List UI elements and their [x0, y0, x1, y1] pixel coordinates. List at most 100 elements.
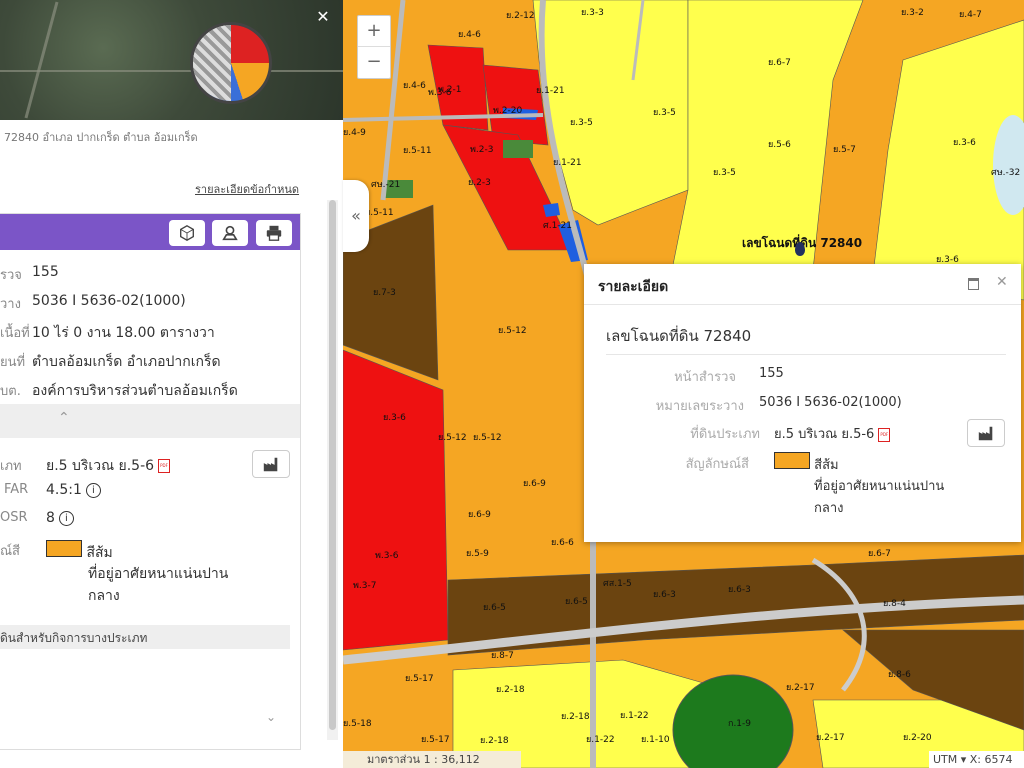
zone-code-label: ย.8-7 [491, 651, 514, 661]
factory-button[interactable] [967, 419, 1005, 447]
card-toolbar [0, 214, 300, 250]
color-value: สีส้ม [86, 545, 113, 561]
factory-button[interactable] [252, 450, 290, 478]
popup-color-desc-2: กลาง [814, 501, 844, 516]
popup-map-label: หมายเลขระวาง [655, 399, 744, 414]
collapse-panel-button[interactable]: « [343, 180, 369, 252]
popup-color-value: สีส้ม [814, 458, 839, 473]
zone-code-label: ศ.1-21 [543, 221, 572, 231]
rule-details-link[interactable]: รายละเอียดข้อกำหนด [195, 180, 299, 198]
parcel-thumbnail[interactable] [190, 22, 272, 104]
zone-code-label: ย.4-6 [458, 30, 481, 40]
zone-code-label: ย.3-5 [570, 118, 593, 128]
zone-code-label: ย.5-11 [403, 146, 432, 156]
map-sheet-label: วาง [0, 297, 21, 312]
zone-code-label: ย.3-6 [383, 413, 406, 423]
factory-icon [978, 426, 993, 441]
zone-code-label: พ.3-6 [375, 551, 399, 561]
popup-divider [606, 354, 1006, 355]
zone-code-label: ย.1-21 [536, 86, 565, 96]
zone-code-label: ย.2-12 [506, 11, 535, 21]
popup-color-label: สัญลักษณ์สี [685, 457, 749, 472]
osr-value-wrap: 8i [46, 510, 74, 526]
zone-code-label: ย.6-9 [468, 510, 491, 520]
panel-scrollbar[interactable] [327, 200, 338, 740]
popup-title: รายละเอียด [598, 279, 669, 295]
far-label: FAR [4, 482, 29, 497]
zone-code-label: ย.4-7 [959, 10, 982, 20]
popup-color-value-wrap: สีส้ม [774, 452, 839, 475]
zone-code-label: ย.2-20 [903, 733, 932, 743]
zone-code-label: ย.5-18 [343, 719, 372, 729]
parcel-marker-icon[interactable] [795, 242, 805, 256]
cube-icon [180, 225, 194, 241]
pdf-icon[interactable]: PDF [878, 427, 891, 442]
zone-code-label: ย.5-9 [466, 549, 489, 559]
area-label: เนื้อที่ [0, 326, 30, 341]
special-use-label: ดินสำหรับกิจการบางประเภท [0, 631, 148, 645]
zone-code-label: ย.8-6 [888, 670, 911, 680]
popup-type-value: ย.5 บริเวณ ย.5-6 [774, 427, 875, 442]
color-swatch [46, 540, 82, 557]
land-type-value-wrap: ย.5 บริเวณ ย.5-6 PDF [46, 455, 171, 477]
3d-view-button[interactable] [169, 220, 205, 246]
chevron-up-icon: ⌃ [58, 410, 70, 426]
zone-code-label: พ.2-3 [470, 145, 494, 155]
info-icon[interactable]: i [58, 510, 74, 526]
scroll-thumb[interactable] [329, 200, 336, 730]
zone-code-label: ย.5-12 [438, 433, 467, 443]
parcel-card: รวจ 155 วาง 5036 I 5636-02(1000) เนื้อที… [0, 213, 301, 750]
zone-code-label: ย.8-4 [883, 599, 906, 609]
color-value-wrap: สีส้ม [46, 540, 113, 564]
pdf-icon[interactable]: PDF [158, 459, 171, 473]
zone-code-label: ย.5-11 [365, 208, 394, 218]
land-type-value: ย.5 บริเวณ ย.5-6 [46, 458, 155, 474]
parcel-address: 72840 อำเภอ ปากเกร็ด ตำบล อ้อมเกร็ด [4, 131, 198, 144]
zone-code-label: ศษ.-21 [371, 180, 400, 190]
zone-code-label: ย.6-6 [551, 538, 574, 548]
zone-code-label: ศส.1-5 [603, 579, 632, 589]
zone-code-label: ย.6-5 [565, 597, 588, 607]
zone-code-label: ย.3-2 [901, 8, 924, 18]
chevron-down-icon[interactable]: ⌄ [266, 710, 276, 724]
color-desc-2: กลาง [88, 588, 120, 604]
zone-code-label: ย.2-3 [468, 178, 491, 188]
close-icon[interactable]: ✕ [312, 6, 334, 28]
zone-code-label: ย.6-7 [868, 549, 891, 559]
zone-code-label: ย.2-18 [496, 685, 525, 695]
info-icon[interactable]: i [85, 482, 101, 498]
zone-code-label: ย.3-5 [653, 108, 676, 118]
collapse-toggle[interactable]: ⌃ [0, 404, 300, 438]
zone-code-label: ย.3-6 [953, 138, 976, 148]
survey-label: รวจ [0, 268, 22, 283]
zone-code-label: ย.6-3 [728, 585, 751, 595]
factory-icon [263, 457, 278, 472]
zoom-control: + − [357, 15, 391, 79]
far-value-wrap: 4.5:1 i [46, 482, 101, 498]
map-scale: มาตราส่วน 1 : 36,112 [343, 751, 521, 768]
maximize-icon[interactable] [968, 278, 979, 290]
authority-label: บต. [0, 384, 21, 399]
popup-map-value: 5036 I 5636-02(1000) [759, 395, 902, 410]
zone-code-label: ย.2-18 [561, 712, 590, 722]
zone-code-label: ย.4-9 [343, 128, 366, 138]
locate-button[interactable] [212, 220, 248, 246]
coordinate-system-select[interactable]: UTM ▾ X: 6574 [929, 751, 1024, 768]
location-value: ตำบลอ้อมเกร็ด อำเภอปากเกร็ด [32, 354, 221, 370]
print-button[interactable] [256, 220, 292, 246]
zone-code-label: ก.1-9 [728, 719, 751, 729]
zone-code-label: ย.6-3 [653, 590, 676, 600]
popup-divider [584, 304, 1021, 305]
close-icon[interactable]: ✕ [996, 274, 1008, 290]
map-sheet-value: 5036 I 5636-02(1000) [32, 293, 186, 309]
zone-code-label: ย.1-22 [620, 711, 649, 721]
zone-code-label: ย.5-17 [405, 674, 434, 684]
zone-code-label: ย.4-6 [403, 81, 426, 91]
special-use-section[interactable]: ดินสำหรับกิจการบางประเภท [0, 625, 290, 649]
zone-code-label: ย.1-21 [553, 158, 582, 168]
zoom-in-button[interactable]: + [358, 16, 390, 47]
popup-deed-number: เลขโฉนดที่ดิน 72840 [606, 327, 752, 345]
details-panel: ✕ 72840 อำเภอ ปากเกร็ด ตำบล อ้อมเกร็ด รา… [0, 0, 343, 768]
popup-type-label: ที่ดินประเภท [690, 427, 760, 442]
zoom-out-button[interactable]: − [358, 47, 390, 77]
